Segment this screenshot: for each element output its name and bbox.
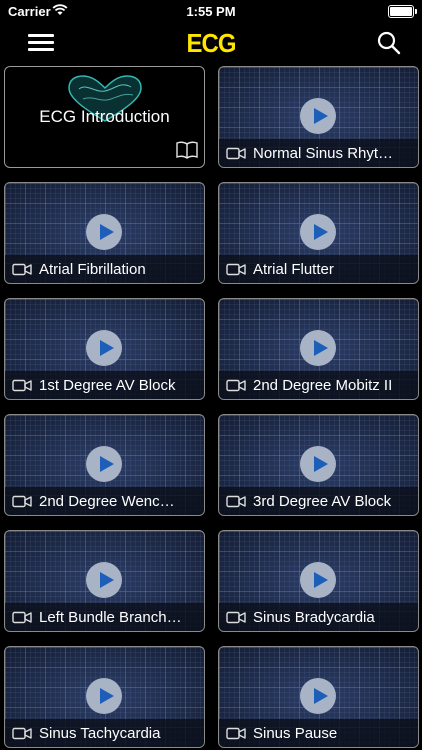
play-icon[interactable]	[300, 330, 336, 366]
play-icon[interactable]	[300, 446, 336, 482]
video-caption: Sinus Tachycardia	[5, 719, 204, 747]
clock: 1:55 PM	[186, 4, 236, 19]
video-title: Normal Sinus Rhyt…	[253, 145, 394, 162]
video-camera-icon	[12, 611, 32, 624]
play-icon[interactable]	[86, 446, 122, 482]
video-caption: Normal Sinus Rhyt…	[219, 139, 418, 167]
video-card[interactable]: 3rd Degree AV Block	[218, 414, 419, 516]
video-card[interactable]: Left Bundle Branch…	[4, 530, 205, 632]
video-camera-icon	[226, 495, 246, 508]
video-title: Left Bundle Branch…	[39, 609, 182, 626]
play-icon[interactable]	[300, 98, 336, 134]
intro-title: ECG Introduction	[39, 107, 170, 126]
video-caption: Left Bundle Branch…	[5, 603, 204, 631]
video-card[interactable]: Sinus Tachycardia	[4, 646, 205, 748]
video-title: Sinus Tachycardia	[39, 725, 161, 742]
play-icon[interactable]	[86, 214, 122, 250]
video-title: Atrial Fibrillation	[39, 261, 146, 278]
search-icon[interactable]	[376, 30, 402, 56]
video-camera-icon	[12, 727, 32, 740]
video-caption: Sinus Bradycardia	[219, 603, 418, 631]
nav-bar: ECG	[0, 26, 422, 62]
video-camera-icon	[226, 611, 246, 624]
video-title: 2nd Degree Mobitz II	[253, 377, 393, 394]
video-card[interactable]: 2nd Degree Mobitz II	[218, 298, 419, 400]
video-card[interactable]: Sinus Bradycardia	[218, 530, 419, 632]
play-icon[interactable]	[86, 562, 122, 598]
intro-card[interactable]: ECG Introduction	[4, 66, 205, 168]
video-camera-icon	[226, 263, 246, 276]
video-caption: 2nd Degree Mobitz II	[219, 371, 418, 399]
video-camera-icon	[226, 727, 246, 740]
video-caption: Atrial Flutter	[219, 255, 418, 283]
video-card[interactable]: 1st Degree AV Block	[4, 298, 205, 400]
video-caption: 1st Degree AV Block	[5, 371, 204, 399]
video-camera-icon	[226, 147, 246, 160]
video-card[interactable]: Normal Sinus Rhyt…	[218, 66, 419, 168]
video-card[interactable]: 2nd Degree Wenc…	[4, 414, 205, 516]
video-camera-icon	[12, 263, 32, 276]
video-title: 2nd Degree Wenc…	[39, 493, 175, 510]
video-caption: Atrial Fibrillation	[5, 255, 204, 283]
play-icon[interactable]	[300, 678, 336, 714]
video-card[interactable]: Atrial Flutter	[218, 182, 419, 284]
video-card[interactable]: Atrial Fibrillation	[4, 182, 205, 284]
video-title: Sinus Pause	[253, 725, 338, 742]
status-bar: Carrier 1:55 PM	[0, 0, 422, 24]
video-card[interactable]: Sinus Pause	[218, 646, 419, 748]
video-camera-icon	[12, 495, 32, 508]
video-caption: 2nd Degree Wenc…	[5, 487, 204, 515]
video-camera-icon	[12, 379, 32, 392]
video-title: Atrial Flutter	[253, 261, 334, 278]
play-icon[interactable]	[86, 330, 122, 366]
app-title: ECG	[186, 28, 236, 58]
play-icon[interactable]	[86, 678, 122, 714]
video-title: 3rd Degree AV Block	[253, 493, 392, 510]
video-title: 1st Degree AV Block	[39, 377, 176, 394]
play-icon[interactable]	[300, 214, 336, 250]
battery-icon	[388, 5, 417, 18]
play-icon[interactable]	[300, 562, 336, 598]
video-camera-icon	[226, 379, 246, 392]
video-caption: Sinus Pause	[219, 719, 418, 747]
book-icon	[176, 141, 198, 159]
video-caption: 3rd Degree AV Block	[219, 487, 418, 515]
video-title: Sinus Bradycardia	[253, 609, 375, 626]
